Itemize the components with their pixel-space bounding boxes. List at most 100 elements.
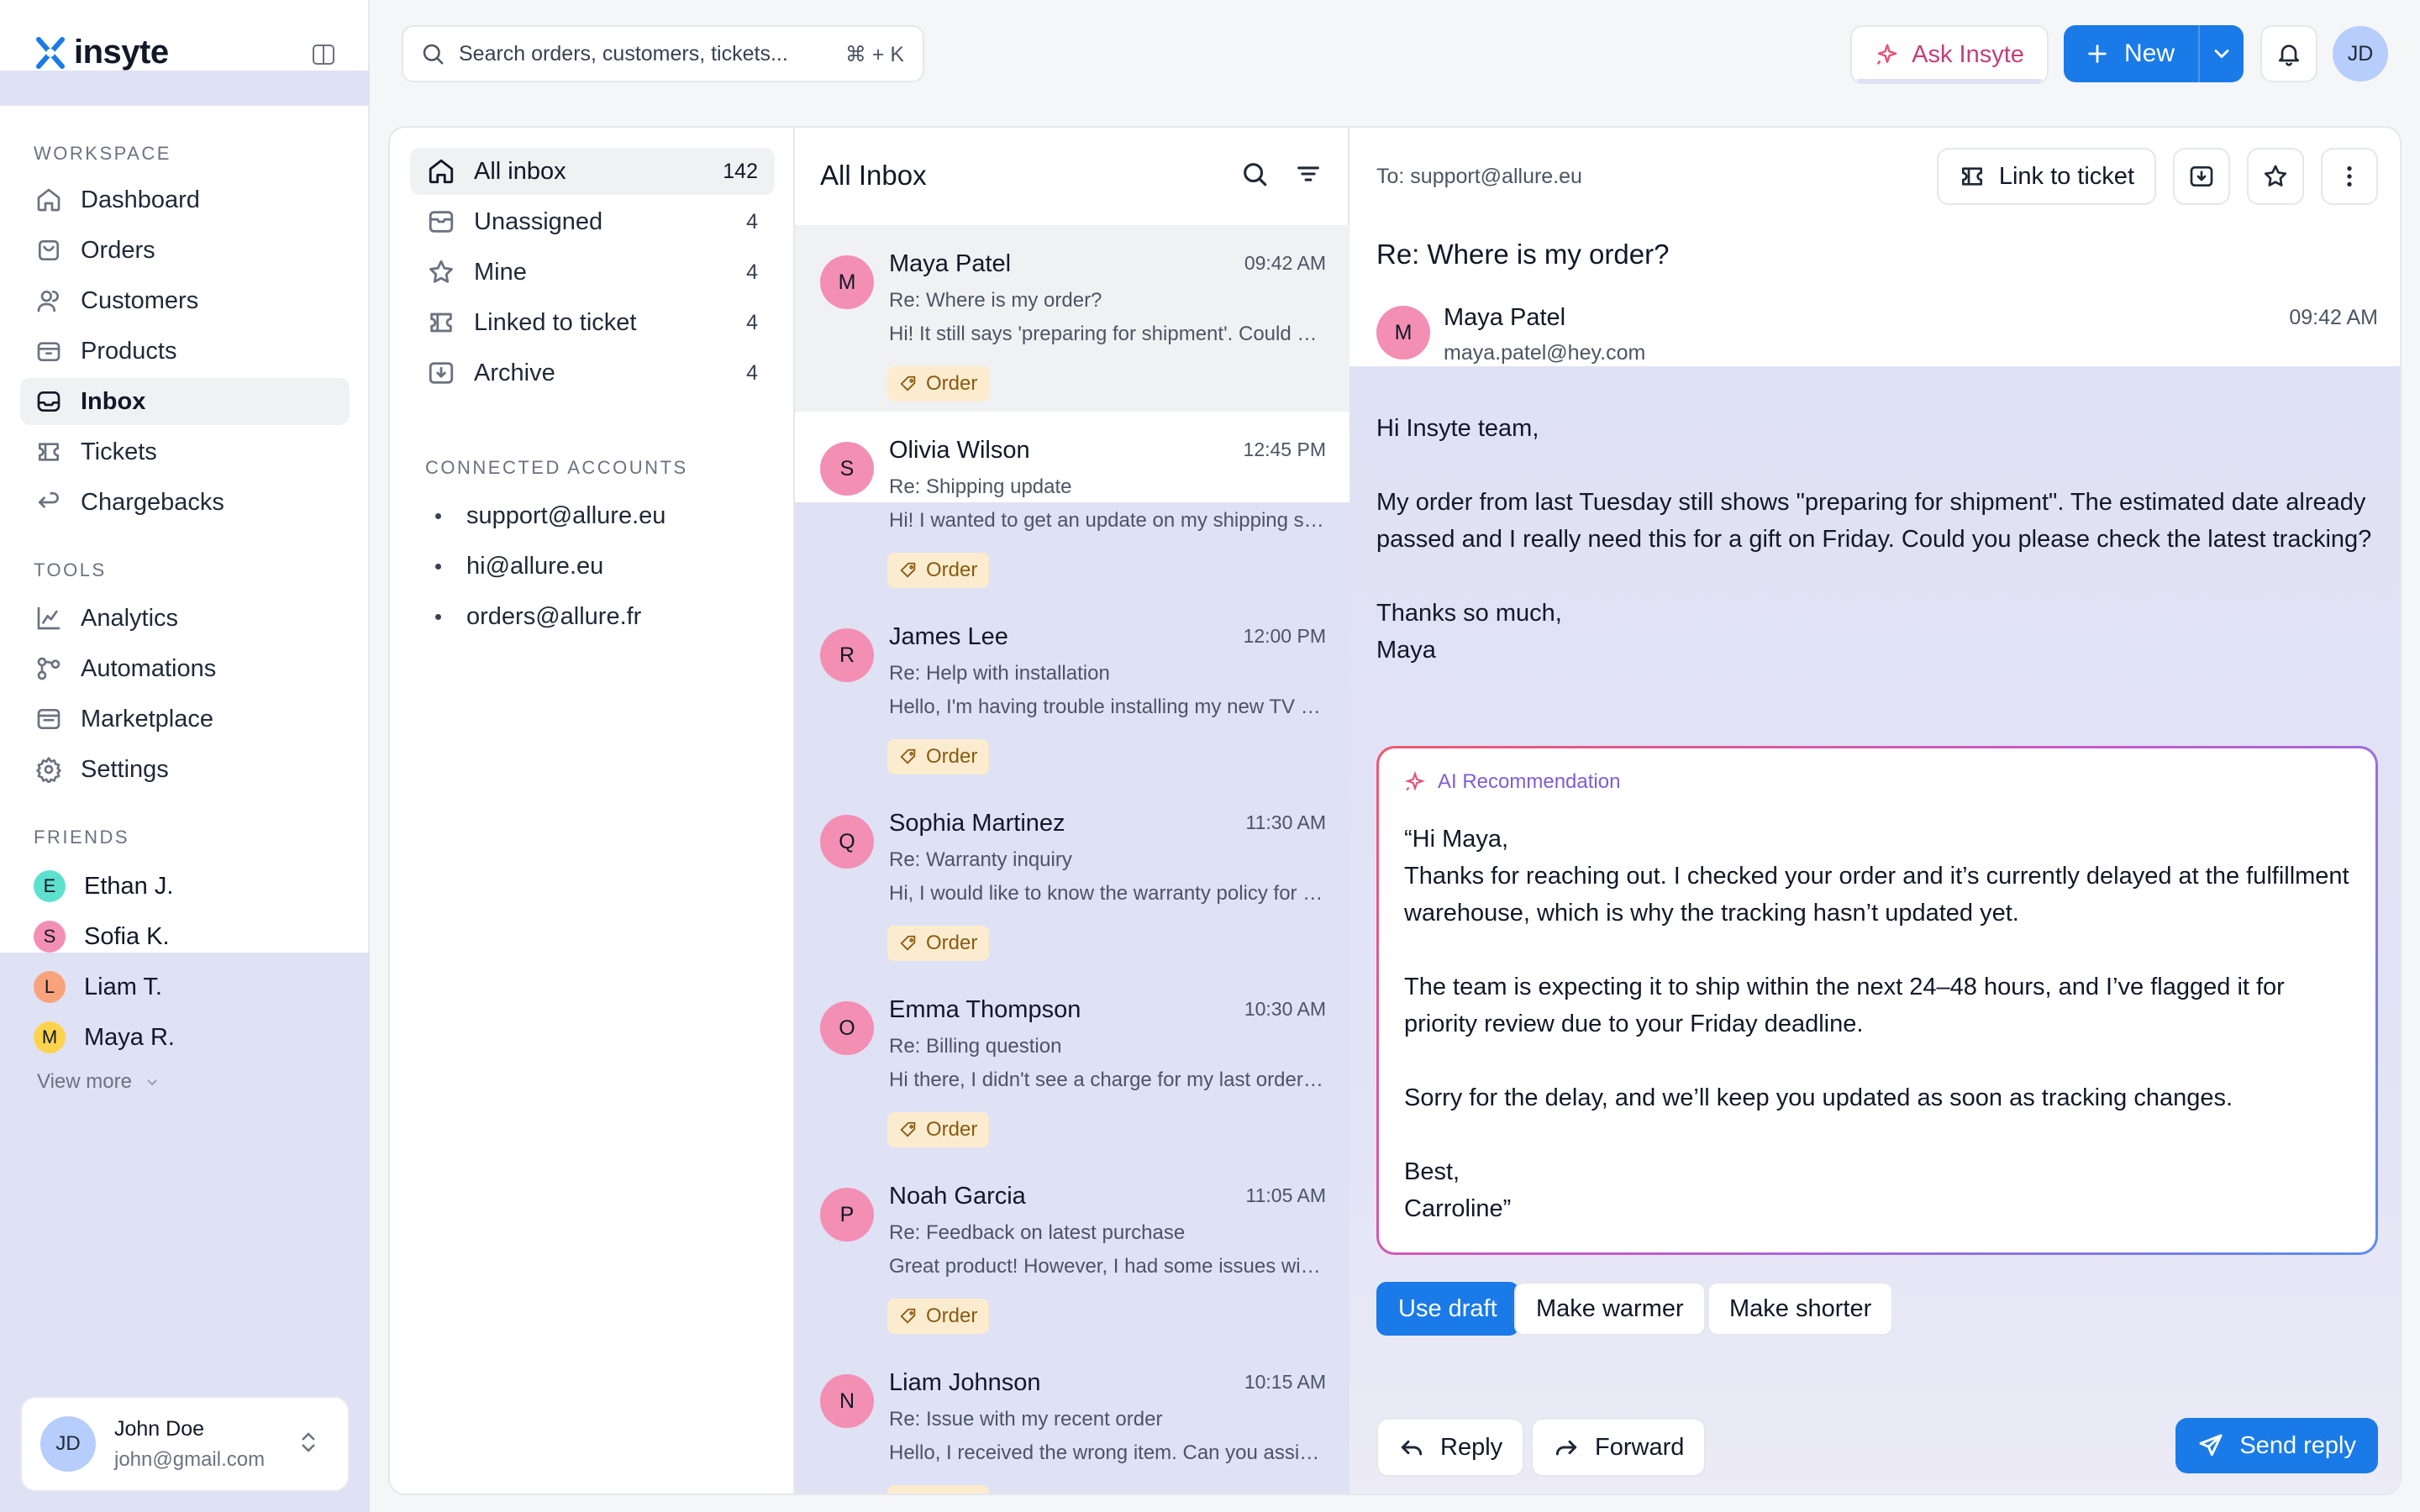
sidebar-item-dashboard[interactable]: Dashboard <box>20 176 350 223</box>
sidebar-item-label: Dashboard <box>81 186 200 213</box>
ask-highlight <box>1857 79 2042 84</box>
sidebar-item-orders[interactable]: Orders <box>20 227 350 274</box>
folder-unassigned[interactable]: Unassigned 4 <box>410 198 775 245</box>
chevron-updown-icon <box>302 1432 315 1452</box>
message-item[interactable]: R James Lee 12:00 PM Re: Help with insta… <box>795 598 1349 785</box>
make-warmer-button[interactable]: Make warmer <box>1514 1282 1706 1336</box>
app-name: insyte <box>74 34 169 71</box>
sidebar-item-automations[interactable]: Automations <box>20 645 350 692</box>
account-hi[interactable]: hi@allure.eu <box>435 553 603 580</box>
sidebar-item-tickets[interactable]: Tickets <box>20 428 350 475</box>
new-button[interactable]: New <box>2064 39 2198 68</box>
reply-button[interactable]: Reply <box>1376 1418 1525 1477</box>
ai-paragraph: Best, Carroline” <box>1404 1158 1512 1222</box>
tag-label: Order <box>926 372 978 395</box>
home-icon <box>37 188 60 212</box>
bullet <box>435 513 441 519</box>
friend-ethan[interactable]: E Ethan J. <box>34 870 173 902</box>
gear-icon <box>36 757 61 783</box>
message-subject: Re: Billing question <box>889 1035 1062 1058</box>
sidebar-item-chargebacks[interactable]: Chargebacks <box>20 479 350 526</box>
message-time: 10:30 AM <box>1244 998 1326 1020</box>
new-button-group[interactable]: New <box>2064 25 2244 82</box>
sidebar-item-label: Inbox <box>81 387 146 415</box>
search-icon[interactable] <box>1240 160 1269 188</box>
sidebar-item-settings[interactable]: Settings <box>20 746 350 793</box>
avatar: P <box>820 1188 874 1242</box>
friend-sofia[interactable]: S Sofia K. <box>34 921 170 953</box>
new-button-label: New <box>2124 39 2175 67</box>
account-orders[interactable]: orders@allure.fr <box>435 603 641 631</box>
message-item[interactable]: O Emma Thompson 10:30 AM Re: Billing que… <box>795 971 1349 1158</box>
home-icon <box>429 159 454 184</box>
tag-icon <box>900 1308 916 1324</box>
message-item[interactable]: P Noah Garcia 11:05 AM Re: Feedback on l… <box>795 1158 1349 1344</box>
sidebar-item-products[interactable]: Products <box>20 328 350 375</box>
more-options-button[interactable] <box>2321 148 2378 205</box>
folder-mine[interactable]: Mine 4 <box>410 249 775 296</box>
tag-icon <box>900 1121 916 1137</box>
sidebar-item-inbox[interactable]: Inbox <box>20 378 350 425</box>
account-support[interactable]: support@allure.eu <box>435 502 666 530</box>
notifications-button[interactable] <box>2260 25 2317 82</box>
friend-maya[interactable]: M Maya R. <box>34 1021 175 1053</box>
connected-accounts-title: CONNECTED ACCOUNTS <box>425 457 688 478</box>
forward-label: Forward <box>1595 1433 1685 1461</box>
folder-count: 142 <box>723 159 758 183</box>
folder-all-inbox[interactable]: All inbox 142 <box>410 148 775 195</box>
sidebar-item-customers[interactable]: Customers <box>20 277 350 324</box>
sidebar-highlight-band <box>0 71 370 106</box>
message-subject: Re: Shipping update <box>889 475 1072 498</box>
message-time: 12:45 PM <box>1243 438 1326 460</box>
email-subject: Re: Where is my order? <box>1376 239 1670 270</box>
friend-name: Ethan J. <box>84 872 174 900</box>
search-input[interactable]: Search orders, customers, tickets... <box>459 42 788 66</box>
message-item[interactable]: N Liam Johnson 10:15 AM Re: Issue with m… <box>795 1344 1349 1494</box>
global-search[interactable]: Search orders, customers, tickets... ⌘ +… <box>402 25 924 82</box>
email-paragraph: Hi Insyte team, <box>1376 415 1539 442</box>
return-icon <box>39 492 59 508</box>
forward-button[interactable]: Forward <box>1531 1418 1707 1477</box>
folder-label: All inbox <box>474 157 566 185</box>
sidebar-item-analytics[interactable]: Analytics <box>20 595 350 642</box>
message-item[interactable]: Q Sophia Martinez 11:30 AM Re: Warranty … <box>795 785 1349 971</box>
user-account-switcher[interactable]: JD John Doe john@gmail.com <box>20 1396 350 1492</box>
tag-icon <box>900 748 916 764</box>
ai-recommendation-label: AI Recommendation <box>1438 770 1621 793</box>
tag-label: Order <box>926 1305 978 1327</box>
folder-archive[interactable]: Archive 4 <box>410 349 775 396</box>
folder-count: 4 <box>746 360 758 385</box>
message-subject: Re: Feedback on latest purchase <box>889 1221 1186 1244</box>
folder-linked-to-ticket[interactable]: Linked to ticket 4 <box>410 299 775 346</box>
friend-liam[interactable]: L Liam T. <box>34 971 162 1003</box>
ask-insyte-button[interactable]: Ask Insyte <box>1850 25 2049 84</box>
sidebar-collapse-button[interactable] <box>311 42 336 67</box>
sidebar-item-label: Chargebacks <box>81 488 224 516</box>
filter-icon[interactable] <box>1294 160 1323 188</box>
archive-icon <box>2190 166 2213 186</box>
app-logo[interactable]: insyte <box>34 34 169 71</box>
link-to-ticket-button[interactable]: Link to ticket <box>1936 148 2156 205</box>
message-item[interactable]: S Olivia Wilson 12:45 PM Re: Shipping up… <box>795 412 1349 598</box>
account-email: orders@allure.fr <box>466 603 642 630</box>
make-shorter-button[interactable]: Make shorter <box>1707 1282 1894 1336</box>
view-more-friends[interactable]: View more <box>37 1070 160 1094</box>
sparkle-icon <box>1404 771 1426 792</box>
view-more-label: View more <box>37 1070 132 1093</box>
reply-icon <box>1401 1440 1423 1456</box>
profile-avatar[interactable]: JD <box>2333 26 2388 81</box>
message-time: 11:05 AM <box>1245 1184 1326 1206</box>
send-reply-button[interactable]: Send reply <box>2175 1418 2378 1473</box>
inbox-icon <box>37 391 60 412</box>
message-item[interactable]: M Maya Patel 09:42 AM Re: Where is my or… <box>795 225 1349 412</box>
reading-pane: To: support@allure.eu Link to ticket Re:… <box>1349 128 2400 1494</box>
avatar: S <box>34 921 66 953</box>
sidebar-item-marketplace[interactable]: Marketplace <box>20 696 350 743</box>
star-button[interactable] <box>2247 148 2304 205</box>
new-dropdown-button[interactable] <box>2200 42 2244 66</box>
archive-button[interactable] <box>2173 148 2230 205</box>
tag-label: Order <box>926 745 978 768</box>
use-draft-button[interactable]: Use draft <box>1376 1282 1519 1336</box>
sidebar-item-label: Tickets <box>81 438 157 465</box>
sidebar-item-label: Orders <box>81 236 155 264</box>
